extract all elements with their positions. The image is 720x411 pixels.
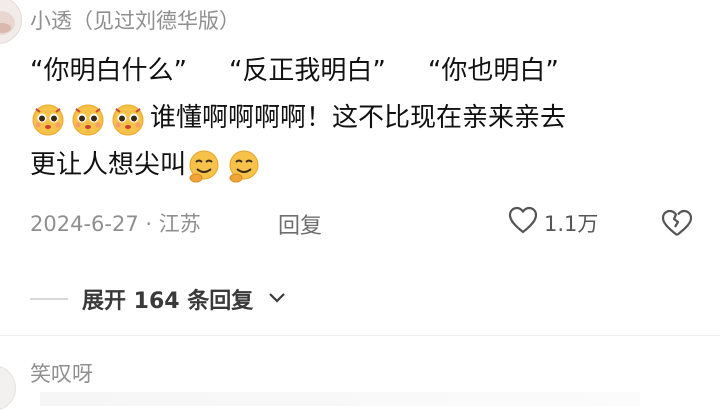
avatar[interactable] bbox=[0, 0, 22, 44]
thinking-grin-icon bbox=[226, 148, 262, 184]
next-comment-preview bbox=[40, 392, 640, 406]
chevron-down-icon bbox=[267, 290, 287, 309]
quote-3: “你也明白” bbox=[427, 56, 559, 86]
next-avatar[interactable] bbox=[0, 365, 16, 411]
reply-button[interactable]: 回复 bbox=[278, 208, 322, 240]
heart-icon bbox=[508, 206, 538, 239]
divider-dash bbox=[30, 298, 68, 300]
comment-line-1: “你明白什么” “反正我明白” “你也明白” bbox=[30, 48, 700, 95]
quote-1: “你明白什么” bbox=[30, 56, 187, 86]
comment-divider bbox=[0, 335, 720, 336]
comment-line-3: 更让人想尖叫 bbox=[30, 142, 700, 189]
pleading-face-icon bbox=[70, 101, 106, 137]
dislike-button[interactable] bbox=[660, 208, 694, 242]
like-button[interactable]: 1.1万 bbox=[508, 206, 598, 239]
quote-2: “反正我明白” bbox=[228, 56, 386, 86]
comment-line-3-text: 更让人想尖叫 bbox=[30, 150, 187, 180]
like-count: 1.1万 bbox=[544, 211, 599, 236]
expand-replies-label: 展开 164 条回复 bbox=[82, 289, 254, 314]
broken-heart-icon bbox=[660, 209, 694, 242]
pleading-face-icon bbox=[30, 101, 66, 137]
comment-username[interactable]: 小透（见过刘德华版） bbox=[30, 5, 240, 35]
expand-replies-button[interactable]: 展开 164 条回复 bbox=[30, 283, 287, 315]
comment-line-2-text: 谁懂啊啊啊啊！这不比现在亲来亲去 bbox=[150, 103, 567, 133]
next-comment-username[interactable]: 笑叹呀 bbox=[30, 358, 93, 388]
comment-date-location: 2024-6-27 · 江苏 bbox=[30, 212, 201, 236]
pleading-face-icon bbox=[110, 101, 146, 137]
comment-line-2: 谁懂啊啊啊啊！这不比现在亲来亲去 bbox=[30, 95, 700, 142]
thinking-grin-icon bbox=[186, 148, 222, 184]
comment-body: “你明白什么” “反正我明白” “你也明白” 谁懂啊啊啊啊！这不比现在亲来亲去 … bbox=[30, 48, 700, 189]
